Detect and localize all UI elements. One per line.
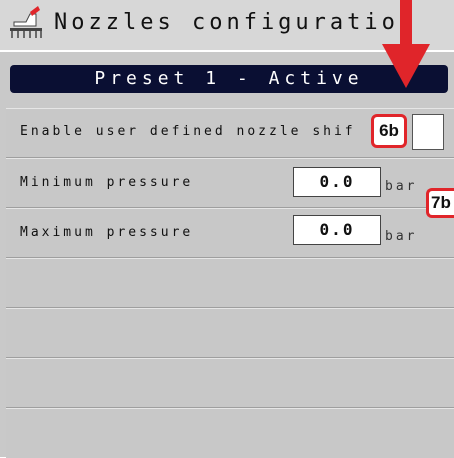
maximum-pressure-input[interactable]: 0.0 [293, 215, 381, 245]
empty-row [6, 408, 454, 458]
nozzle-shift-label: Enable user defined nozzle shif [20, 124, 356, 139]
annotation-badge-7b: 7b [426, 188, 454, 218]
nozzles-configuration-screen: Nozzles configuration Preset 1 - Active … [0, 0, 454, 458]
minimum-pressure-label: Minimum pressure [20, 175, 194, 190]
sprayer-boom-icon [8, 6, 44, 42]
empty-row [6, 308, 454, 358]
empty-row [6, 258, 454, 308]
nozzle-shift-checkbox[interactable] [412, 114, 444, 150]
minimum-pressure-row: Minimum pressure 0.0 bar [6, 158, 454, 208]
maximum-pressure-label: Maximum pressure [20, 225, 194, 240]
maximum-pressure-unit: bar [385, 229, 418, 244]
annotation-badge-6b: 6b [371, 114, 407, 148]
empty-row [6, 358, 454, 408]
minimum-pressure-input[interactable]: 0.0 [293, 167, 381, 197]
page-title: Nozzles configuration [54, 10, 417, 35]
minimum-pressure-unit: bar [385, 179, 418, 194]
maximum-pressure-row: Maximum pressure 0.0 bar [6, 208, 454, 258]
red-arrow-icon [382, 0, 430, 88]
